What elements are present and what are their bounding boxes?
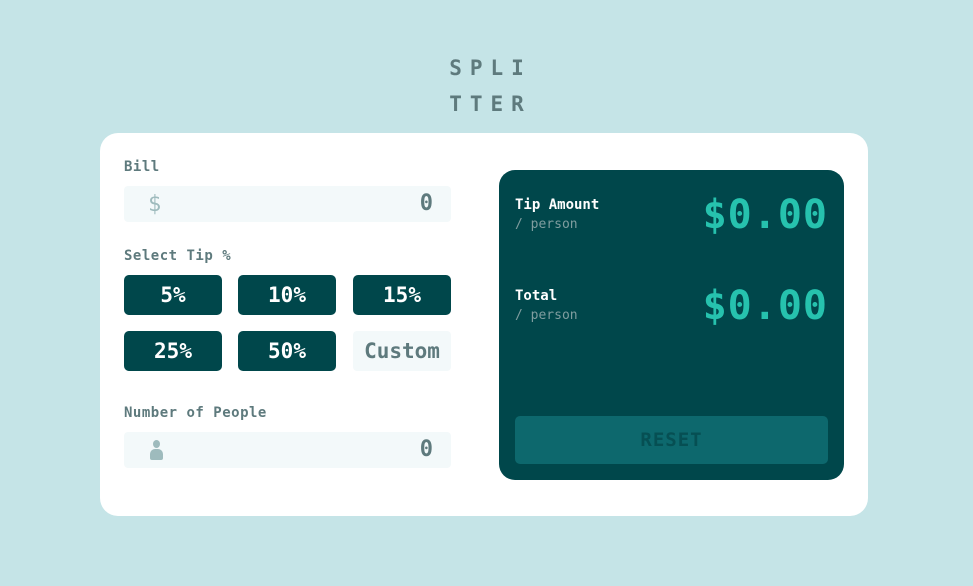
logo-line-2: TTER	[449, 92, 532, 116]
tip-amount-label: Tip Amount	[515, 197, 600, 213]
tip-50-button[interactable]: 50%	[238, 331, 336, 371]
select-tip-label: Select Tip %	[124, 248, 232, 264]
calculator-card: Bill $ 0 Select Tip % 5% 10% 15% 25% 50%…	[100, 133, 868, 516]
total-value: $0.00	[702, 283, 828, 329]
total-sublabel: / person	[515, 308, 578, 323]
people-label: Number of People	[124, 405, 267, 421]
dollar-icon: $	[148, 192, 162, 217]
results-panel: Tip Amount / person $0.00 Total / person…	[499, 170, 844, 480]
tip-15-button[interactable]: 15%	[353, 275, 451, 315]
app-logo: SPLI TTER	[0, 50, 973, 122]
people-value: 0	[419, 437, 433, 462]
bill-label: Bill	[124, 159, 160, 175]
bill-input[interactable]: $ 0	[124, 186, 451, 222]
people-input[interactable]: 0	[124, 432, 451, 468]
person-icon	[150, 440, 163, 460]
tip-5-button[interactable]: 5%	[124, 275, 222, 315]
tip-amount-sublabel: / person	[515, 217, 578, 232]
reset-button[interactable]: RESET	[515, 416, 828, 464]
tip-25-button[interactable]: 25%	[124, 331, 222, 371]
tip-10-button[interactable]: 10%	[238, 275, 336, 315]
tip-amount-value: $0.00	[702, 192, 828, 238]
logo-line-1: SPLI	[449, 56, 532, 80]
custom-tip-input[interactable]: Custom	[353, 331, 451, 371]
bill-value: 0	[419, 191, 433, 216]
total-label: Total	[515, 288, 558, 304]
